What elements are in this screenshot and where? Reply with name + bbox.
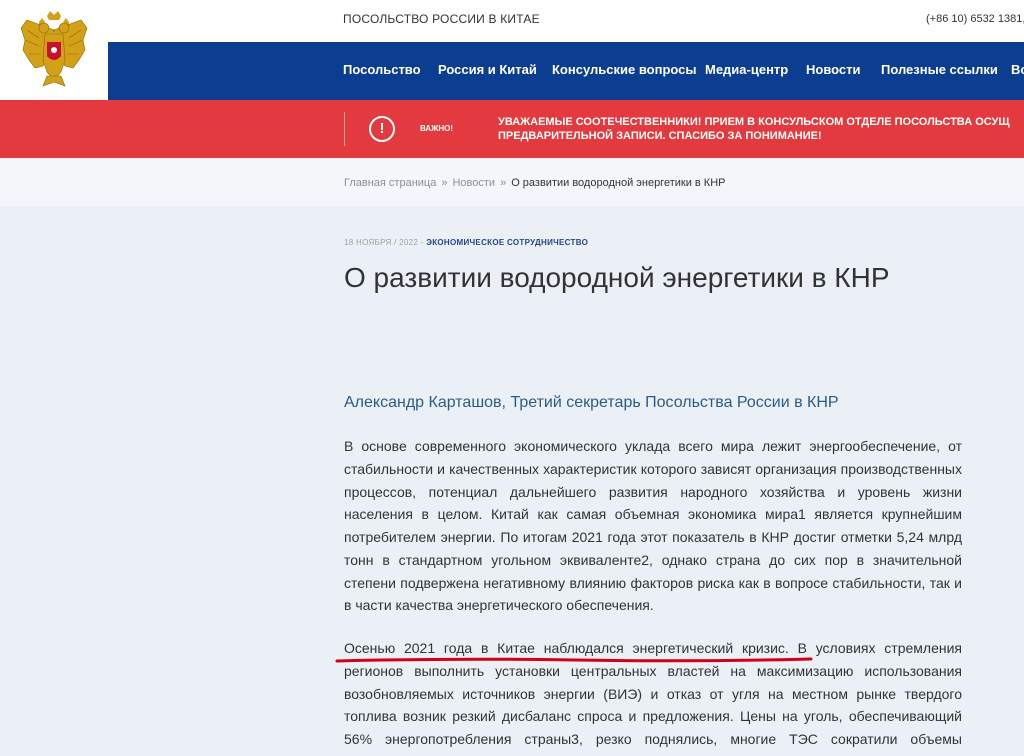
exclamation-circle-icon: ! [369, 116, 395, 142]
breadcrumb-current: О развитии водородной энергетики в КНР [511, 177, 726, 189]
breadcrumb-home[interactable]: Главная страница [344, 177, 436, 189]
coat-of-arms-icon [20, 11, 88, 87]
alert-message-line-2: ПРЕДВАРИТЕЛЬНОЙ ЗАПИСИ. СПАСИБО ЗА ПОНИМ… [498, 130, 822, 142]
red-underline-annotation [335, 657, 813, 663]
nav-item-links[interactable]: Полезные ссылки [881, 62, 998, 77]
main-nav: Посольство Россия и Китай Консульские во… [108, 42, 1024, 100]
nav-item-consular[interactable]: Консульские вопросы [552, 62, 697, 77]
article-date: 18 НОЯБРЯ / 2022 - [344, 238, 424, 247]
breadcrumb-separator: » [500, 177, 507, 189]
site-title[interactable]: ПОСОЛЬСТВО РОССИИ В КИТАЕ [343, 12, 540, 26]
alert-label: ВАЖНО! [420, 124, 454, 133]
phone-number[interactable]: (+86 10) 6532 1381, 6 [926, 13, 1024, 25]
alert-banner: ! ВАЖНО! УВАЖАЕМЫЕ СООТЕЧЕСТВЕННИКИ! ПРИ… [0, 100, 1024, 158]
breadcrumb: Главная страница » Новости » О развитии водо… [344, 177, 726, 189]
article-paragraph: В основе современного экономического укл… [344, 438, 962, 614]
article-author: Александр Карташов, Третий секретарь Пос… [344, 394, 839, 411]
alert-message-line-1: УВАЖАЕМЫЕ СООТЕЧЕСТВЕННИКИ! ПРИЕМ В КОНС… [498, 116, 1010, 128]
nav-item-media[interactable]: Медиа-центр [705, 62, 788, 77]
logo[interactable] [0, 0, 108, 100]
nav-item-more[interactable]: Во [1011, 62, 1024, 77]
alert-divider [344, 112, 345, 146]
alert-message[interactable]: УВАЖАЕМЫЕ СООТЕЧЕСТВЕННИКИ! ПРИЕМ В КОНС… [498, 115, 1024, 143]
nav-item-russia-china[interactable]: Россия и Китай [438, 62, 537, 77]
top-bar: ПОСОЛЬСТВО РОССИИ В КИТАЕ (+86 10) 6532 … [108, 0, 1024, 42]
breadcrumb-bar: Главная страница » Новости » О развитии водо… [0, 158, 1024, 206]
nav-item-embassy[interactable]: Посольство [343, 62, 421, 77]
breadcrumb-news[interactable]: Новости [452, 177, 495, 189]
breadcrumb-separator: » [441, 177, 448, 189]
page-title: О развитии водородной энергетики в КНР [344, 262, 890, 293]
nav-item-news[interactable]: Новости [806, 62, 861, 77]
article-meta: 18 НОЯБРЯ / 2022 - ЭКОНОМИЧЕСКОЕ СОТРУДН… [344, 238, 588, 247]
article-category[interactable]: ЭКОНОМИЧЕСКОЕ СОТРУДНИЧЕСТВО [426, 238, 588, 247]
